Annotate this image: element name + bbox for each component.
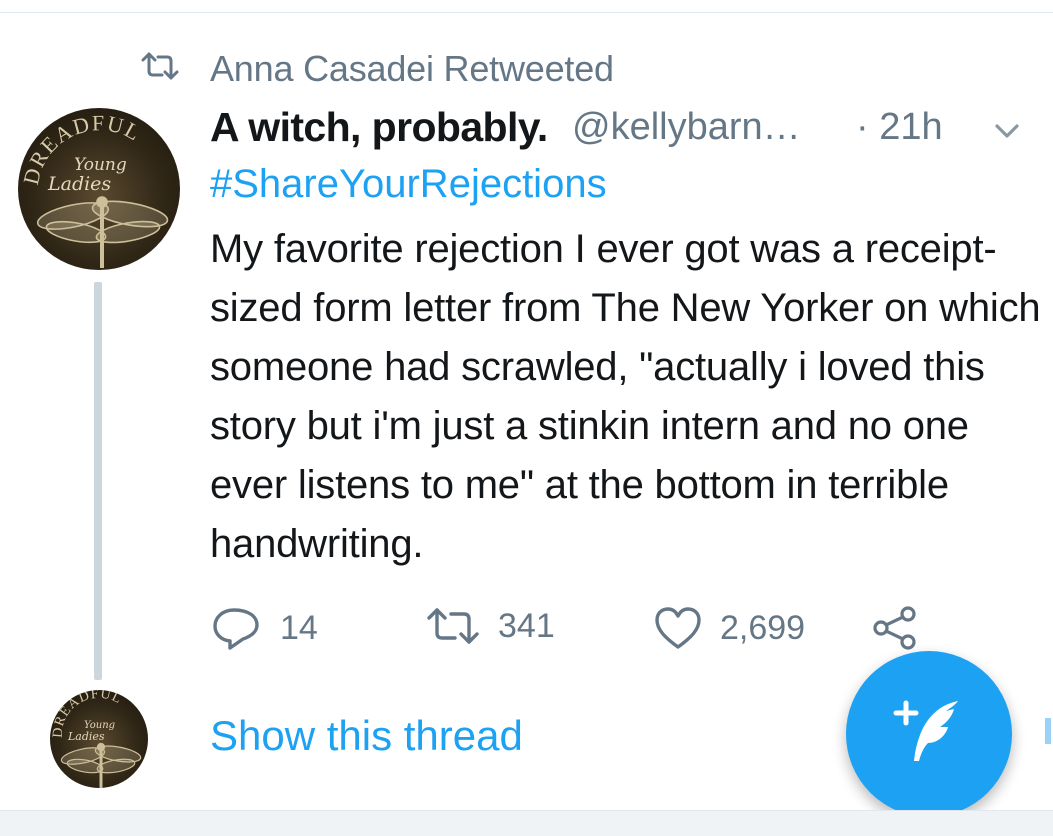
avatar-subtitle-text: Young bbox=[74, 155, 127, 175]
reply-icon bbox=[210, 606, 262, 650]
retweet-icon bbox=[140, 51, 180, 86]
bottom-divider bbox=[0, 810, 1053, 836]
dragonfly-illustration bbox=[60, 742, 142, 788]
scroll-edge-indicator bbox=[1045, 718, 1051, 744]
reply-count: 14 bbox=[280, 608, 318, 647]
retweet-count: 341 bbox=[498, 606, 555, 645]
author-handle[interactable]: @kellybarn… bbox=[572, 106, 801, 149]
hashtag-link[interactable]: #ShareYourRejections bbox=[210, 162, 607, 207]
retweet-context[interactable]: Anna Casadei Retweeted bbox=[140, 46, 614, 90]
avatar-subtitle-text-2: Ladies bbox=[47, 173, 111, 195]
dragonfly-illustration bbox=[36, 196, 169, 268]
author-name[interactable]: A witch, probably. bbox=[210, 104, 548, 151]
thread-avatar[interactable]: DREADFUL Young Ladies bbox=[50, 690, 148, 788]
chevron-down-icon[interactable] bbox=[990, 118, 1024, 142]
retweet-button[interactable]: 341 bbox=[426, 606, 555, 646]
like-icon bbox=[654, 606, 702, 650]
like-button[interactable]: 2,699 bbox=[654, 606, 805, 650]
avatar[interactable]: DREADFUL Young Ladies bbox=[18, 108, 180, 270]
retweet-icon bbox=[426, 606, 480, 646]
compose-tweet-button[interactable] bbox=[846, 651, 1012, 817]
reply-button[interactable]: 14 bbox=[210, 606, 318, 650]
thread-connector-line bbox=[94, 282, 102, 680]
tweet-timestamp[interactable]: · 21h bbox=[856, 106, 943, 149]
retweet-context-label: Anna Casadei Retweeted bbox=[210, 48, 614, 89]
thread-avatar-subtitle-text-2: Ladies bbox=[67, 730, 105, 743]
compose-tweet-icon bbox=[886, 689, 972, 780]
top-divider bbox=[0, 12, 1053, 13]
tweet-body-text: My favorite rejection I ever got was a r… bbox=[210, 227, 1041, 566]
share-button[interactable] bbox=[872, 606, 918, 650]
like-count: 2,699 bbox=[720, 608, 806, 647]
show-thread-link[interactable]: Show this thread bbox=[210, 712, 523, 760]
share-icon bbox=[872, 606, 918, 650]
